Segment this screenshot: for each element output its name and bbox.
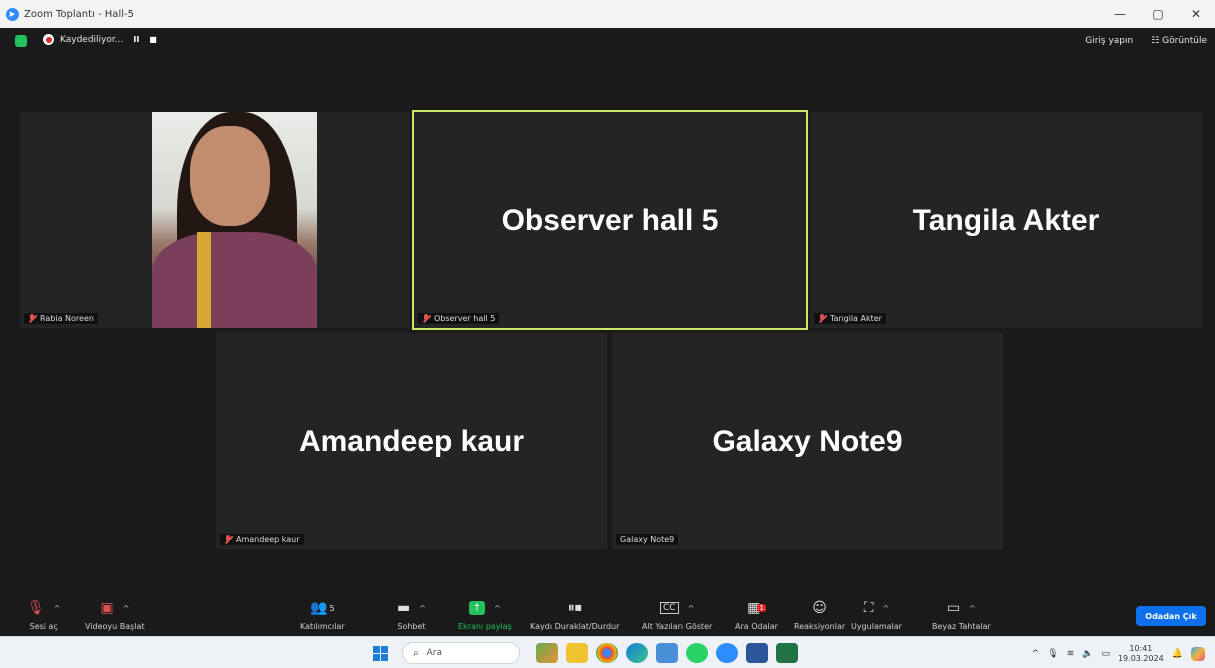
notepad-icon[interactable] xyxy=(656,643,678,663)
participant-tile[interactable]: Galaxy Note9 Galaxy Note9 xyxy=(612,333,1003,549)
pause-recording-button[interactable]: II xyxy=(133,35,139,44)
search-icon: ⌕ xyxy=(413,647,419,659)
participant-display-name: Observer hall 5 xyxy=(501,204,719,237)
participant-name: Tangila Akter xyxy=(830,314,882,323)
unmute-button[interactable]: 🎙 ^ Sesi aç xyxy=(27,599,60,631)
leave-room-button[interactable]: Odadan Çık xyxy=(1136,606,1206,626)
recording-control-button[interactable]: ⏸⏹ Kaydı Duraklat/Durdur xyxy=(530,599,619,631)
captions-button[interactable]: CC ^ Alt Yazıları Göster xyxy=(642,599,712,631)
recording-indicator: Kaydediliyor... II ■ xyxy=(43,34,157,45)
participant-label: Amandeep kaur xyxy=(220,534,304,545)
window-titlebar: ▶ Zoom Toplantı - Hall-5 — ▢ ✕ xyxy=(0,0,1215,28)
widgets-icon[interactable] xyxy=(536,643,558,663)
meeting-toolbar: 🎙 ^ Sesi aç ▣ ^ Videoyu Başlat 👥 5 Katılımc… xyxy=(0,594,1215,636)
chat-bubble-icon: ▬ xyxy=(397,600,411,616)
participant-video xyxy=(152,112,317,328)
start-video-button[interactable]: ▣ ^ Videoyu Başlat xyxy=(85,599,145,631)
muted-mic-icon: 🎙 xyxy=(27,600,45,616)
breakout-rooms-button[interactable]: ▦ 1 Ara Odalar xyxy=(735,599,778,631)
participant-display-name: Galaxy Note9 xyxy=(712,425,903,458)
smiley-plus-icon: ☺ xyxy=(812,600,827,616)
participant-label: Observer hall 5 xyxy=(418,313,500,324)
chevron-up-icon[interactable]: ^ xyxy=(883,604,890,613)
participant-tile[interactable]: Tangila Akter Tangila Akter xyxy=(810,112,1202,328)
pause-stop-icon: ⏸⏹ xyxy=(567,600,582,616)
recording-dot-icon xyxy=(43,34,54,45)
chevron-up-icon[interactable]: ^ xyxy=(419,604,426,613)
participants-count: 5 xyxy=(329,603,335,613)
participant-display-name: Tangila Akter xyxy=(912,204,1100,237)
video-off-icon: ▣ xyxy=(100,600,114,616)
windows-start-icon[interactable] xyxy=(373,646,388,661)
chevron-up-icon[interactable]: ^ xyxy=(969,604,976,613)
apps-grid-icon: ⛶ xyxy=(863,600,874,616)
participant-label: Galaxy Note9 xyxy=(616,534,679,545)
minimize-button[interactable]: — xyxy=(1101,0,1139,28)
chevron-up-icon[interactable]: ^ xyxy=(123,604,130,613)
stop-recording-button[interactable]: ■ xyxy=(149,35,157,44)
chat-button[interactable]: ▬ ^ Sohbet xyxy=(397,599,426,631)
reactions-button[interactable]: ☺ Reaksiyonlar xyxy=(794,599,845,631)
clock-date: 19.03.2024 xyxy=(1117,654,1164,663)
participant-name: Amandeep kaur xyxy=(236,535,300,544)
participant-tile[interactable]: Rabia Noreen xyxy=(20,112,410,328)
taskbar-search[interactable]: ⌕ Ara xyxy=(402,642,520,664)
file-explorer-icon[interactable] xyxy=(566,643,588,663)
cc-icon: CC xyxy=(660,602,679,614)
word-icon[interactable] xyxy=(746,643,768,663)
chevron-up-icon[interactable]: ^ xyxy=(54,604,61,613)
excel-icon[interactable] xyxy=(776,643,798,663)
participant-label: Rabia Noreen xyxy=(24,313,98,324)
security-shield-icon[interactable] xyxy=(15,35,27,47)
close-button[interactable]: ✕ xyxy=(1177,0,1215,28)
meeting-topbar: Kaydediliyor... II ■ Giriş yapın ☷ Görün… xyxy=(0,28,1215,54)
participant-name: Observer hall 5 xyxy=(434,314,496,323)
breakout-badge: 1 xyxy=(757,604,766,612)
whatsapp-icon[interactable] xyxy=(686,643,708,663)
chevron-up-icon[interactable]: ^ xyxy=(494,604,501,613)
muted-mic-icon xyxy=(28,314,36,323)
notification-bell-icon[interactable]: 🔔 xyxy=(1172,649,1183,659)
chevron-up-icon[interactable]: ^ xyxy=(688,604,695,613)
whiteboard-icon: ▭ xyxy=(946,600,961,616)
participant-display-name: Amandeep kaur xyxy=(298,425,525,458)
view-button[interactable]: ☷ Görüntüle xyxy=(1151,36,1207,46)
participant-name: Galaxy Note9 xyxy=(620,535,675,544)
windows-taskbar: ⌕ Ara ^ 🎙 ≋ 🔈 ▭ 10:41 19.03.2024 🔔 xyxy=(0,636,1215,668)
window-controls: — ▢ ✕ xyxy=(1101,0,1215,28)
chevron-up-icon[interactable]: ^ xyxy=(1032,649,1040,659)
muted-mic-icon xyxy=(224,535,232,544)
participant-tile-active[interactable]: Observer hall 5 Observer hall 5 xyxy=(412,110,808,330)
participant-tile[interactable]: Amandeep kaur Amandeep kaur xyxy=(216,333,607,549)
search-placeholder: Ara xyxy=(426,648,442,658)
share-screen-button[interactable]: ↑ ^ Ekranı paylaş xyxy=(458,599,512,631)
whiteboard-button[interactable]: ▭ ^ Beyaz Tahtalar xyxy=(932,599,991,631)
zoom-app-icon[interactable] xyxy=(716,643,738,663)
maximize-button[interactable]: ▢ xyxy=(1139,0,1177,28)
muted-mic-icon xyxy=(422,314,430,323)
apps-button[interactable]: ⛶ ^ Uygulamalar xyxy=(851,599,902,631)
window-title: Zoom Toplantı - Hall-5 xyxy=(24,8,134,20)
clock[interactable]: 10:41 19.03.2024 xyxy=(1118,644,1164,664)
microphone-icon[interactable]: 🎙 xyxy=(1047,649,1058,659)
participant-name: Rabia Noreen xyxy=(40,314,94,323)
wifi-icon[interactable]: ≋ xyxy=(1067,649,1075,659)
participant-label: Tangila Akter xyxy=(814,313,886,324)
clock-time: 10:41 xyxy=(1129,644,1153,653)
people-icon: 👥 xyxy=(310,600,328,616)
chrome-icon[interactable] xyxy=(596,643,618,663)
participants-button[interactable]: 👥 5 Katılımcılar xyxy=(300,599,345,631)
taskbar-apps xyxy=(536,643,798,663)
copilot-icon[interactable] xyxy=(1191,647,1205,661)
zoom-logo-icon: ▶ xyxy=(6,7,19,21)
share-arrow-icon: ↑ xyxy=(469,601,486,615)
sign-in-link[interactable]: Giriş yapın xyxy=(1085,36,1133,46)
system-tray: ^ 🎙 ≋ 🔈 ▭ 10:41 19.03.2024 🔔 xyxy=(1032,644,1205,664)
battery-icon[interactable]: ▭ xyxy=(1101,649,1110,659)
volume-icon[interactable]: 🔈 xyxy=(1082,649,1093,659)
muted-mic-icon xyxy=(818,314,826,323)
recording-label: Kaydediliyor... xyxy=(60,34,124,45)
edge-icon[interactable] xyxy=(626,643,648,663)
